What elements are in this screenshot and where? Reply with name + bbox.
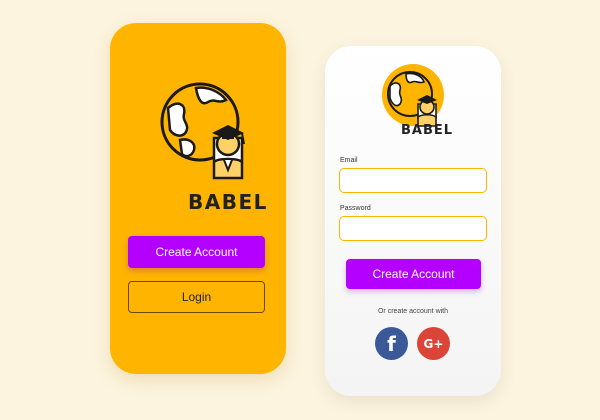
password-field[interactable] <box>339 216 487 241</box>
welcome-screen: BABEL Create Account Login <box>110 23 286 374</box>
brand-name: BABEL <box>401 123 454 138</box>
facebook-icon: f <box>387 332 396 356</box>
svg-text:f: f <box>387 332 396 356</box>
create-account-button[interactable]: Create Account <box>128 236 265 268</box>
facebook-button[interactable]: f <box>375 327 408 360</box>
alt-signup-text: Or create account with <box>377 308 449 315</box>
google-plus-icon: G+ <box>424 337 444 351</box>
google-plus-button[interactable]: G+ <box>417 327 450 360</box>
canvas: BABEL Create Account Login BABEL Email P… <box>0 0 600 420</box>
create-account-button[interactable]: Create Account <box>346 259 481 289</box>
signup-screen: BABEL Email Password Create Account Or c… <box>325 46 501 396</box>
login-button[interactable]: Login <box>128 281 265 313</box>
email-label: Email <box>340 157 358 164</box>
svg-text:G+: G+ <box>424 337 444 351</box>
globe-graduate-icon <box>382 64 444 127</box>
globe-graduate-icon <box>160 82 245 180</box>
email-field[interactable] <box>339 168 487 193</box>
password-label: Password <box>340 205 371 212</box>
brand-name: BABEL <box>188 190 268 214</box>
